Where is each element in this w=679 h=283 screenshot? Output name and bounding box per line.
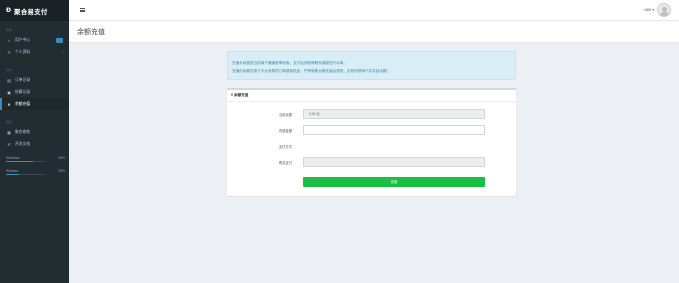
home-icon: ⌂ bbox=[7, 37, 11, 43]
recharge-card: ¥ 余额充值 当前余额 0.00 元 充值金额 支付方式 购买支付 充值 bbox=[227, 88, 516, 196]
sidebar-item-label: 余额充值 bbox=[15, 101, 31, 106]
payment-method-label: 支付方式 bbox=[278, 145, 292, 149]
recharge-submit-button[interactable]: 充值 bbox=[303, 177, 485, 187]
amount-label: 充值金额 bbox=[278, 129, 292, 133]
notification-badge bbox=[56, 37, 63, 43]
notice-box: 充值手续费按当前商户通道费率收取，支付后到账请联系客服进行补单。 充值的余额仅用… bbox=[227, 51, 516, 80]
topbar: 1000 ▾ bbox=[69, 0, 679, 21]
sidebar-section-nav: 导航 bbox=[6, 28, 13, 32]
stat-progress-fill bbox=[6, 174, 19, 175]
avatar-icon[interactable] bbox=[657, 3, 671, 17]
user-icon: ✎ bbox=[7, 49, 11, 55]
chevron-left-icon: ‹ bbox=[61, 50, 63, 54]
caret-down-icon: ▾ bbox=[652, 8, 654, 12]
stat-value: 69% bbox=[58, 155, 65, 160]
sidebar-section-other: 其他 bbox=[6, 120, 13, 124]
stat-label: Release bbox=[6, 168, 19, 173]
sidebar-item-dev-docs[interactable]: ✐ 开发文档 bbox=[0, 138, 69, 150]
hamburger-icon[interactable] bbox=[80, 8, 85, 12]
document-icon: ✐ bbox=[7, 141, 11, 147]
sidebar-item-aggregate-pay[interactable]: ▦ 聚合收款 bbox=[0, 126, 69, 138]
stat-label: Windows bbox=[6, 155, 20, 160]
logo-bar[interactable]: Ɖ 聚合易支付 bbox=[0, 0, 69, 21]
current-balance-row: 当前余额 0.00 元 bbox=[227, 109, 516, 119]
notice-line: 充值的余额仅用于平台消费项订单退款抵金，严禁就繁大额充值后提现，否则封禁商户并冻… bbox=[232, 69, 391, 73]
sidebar-item-label: 聚合收款 bbox=[15, 129, 31, 134]
stat-progress-fill bbox=[6, 161, 33, 162]
sidebar-item-orders[interactable]: ▤ 订单记录 bbox=[0, 74, 69, 86]
current-balance-label: 当前余额 bbox=[278, 113, 292, 117]
stat-windows: Windows 69% bbox=[0, 154, 69, 161]
card-title: ¥ 余额充值 bbox=[227, 90, 516, 102]
sidebar: Ɖ 聚合易支付 导航 ⌂ 用户中心 ✎ 个人资料 ‹ 财务 ▤ 订单记录 ▣ 结… bbox=[0, 0, 69, 283]
captcha-field[interactable] bbox=[303, 157, 485, 167]
sidebar-section-finance: 财务 bbox=[6, 68, 13, 72]
user-id: 1000 bbox=[644, 8, 652, 12]
list-icon: ▤ bbox=[7, 77, 11, 83]
notice-line: 充值手续费按当前商户通道费率收取，支付后到账请联系客服进行补单。 bbox=[232, 61, 347, 65]
amount-row: 充值金额 bbox=[227, 125, 516, 135]
sidebar-item-label: 结算记录 bbox=[15, 89, 31, 94]
stat-progress-bar bbox=[6, 174, 45, 175]
sidebar-item-profile[interactable]: ✎ 个人资料 ‹ bbox=[0, 46, 69, 58]
settlement-icon: ▣ bbox=[7, 89, 11, 95]
logo-icon: Ɖ bbox=[6, 7, 12, 14]
yen-icon: ¥ bbox=[7, 101, 11, 107]
page-title: 余额充值 bbox=[69, 21, 679, 43]
amount-input[interactable] bbox=[303, 125, 485, 135]
sidebar-item-settlements[interactable]: ▣ 结算记录 bbox=[0, 86, 69, 98]
qrcode-icon: ▦ bbox=[7, 129, 11, 135]
captcha-label: 购买支付 bbox=[278, 161, 292, 165]
sidebar-item-label: 个人资料 bbox=[15, 49, 31, 54]
stat-progress-bar bbox=[6, 161, 45, 162]
sidebar-item-user-center[interactable]: ⌂ 用户中心 bbox=[0, 34, 69, 46]
sidebar-item-label: 订单记录 bbox=[15, 77, 31, 82]
stat-value: 33% bbox=[58, 168, 65, 173]
main-content: 余额充值 充值手续费按当前商户通道费率收取，支付后到账请联系客服进行补单。 充值… bbox=[69, 21, 679, 283]
current-balance-field: 0.00 元 bbox=[303, 109, 485, 119]
stat-release: Release 33% bbox=[0, 167, 69, 174]
sidebar-item-label: 用户中心 bbox=[15, 37, 31, 42]
sidebar-item-recharge[interactable]: ¥ 余额充值 bbox=[0, 98, 69, 110]
payment-method-row: 支付方式 bbox=[227, 141, 516, 151]
app-title: 聚合易支付 bbox=[14, 8, 48, 16]
user-menu[interactable]: 1000 ▾ bbox=[644, 3, 671, 17]
sidebar-item-label: 开发文档 bbox=[15, 141, 31, 146]
captcha-row: 购买支付 bbox=[227, 157, 516, 167]
